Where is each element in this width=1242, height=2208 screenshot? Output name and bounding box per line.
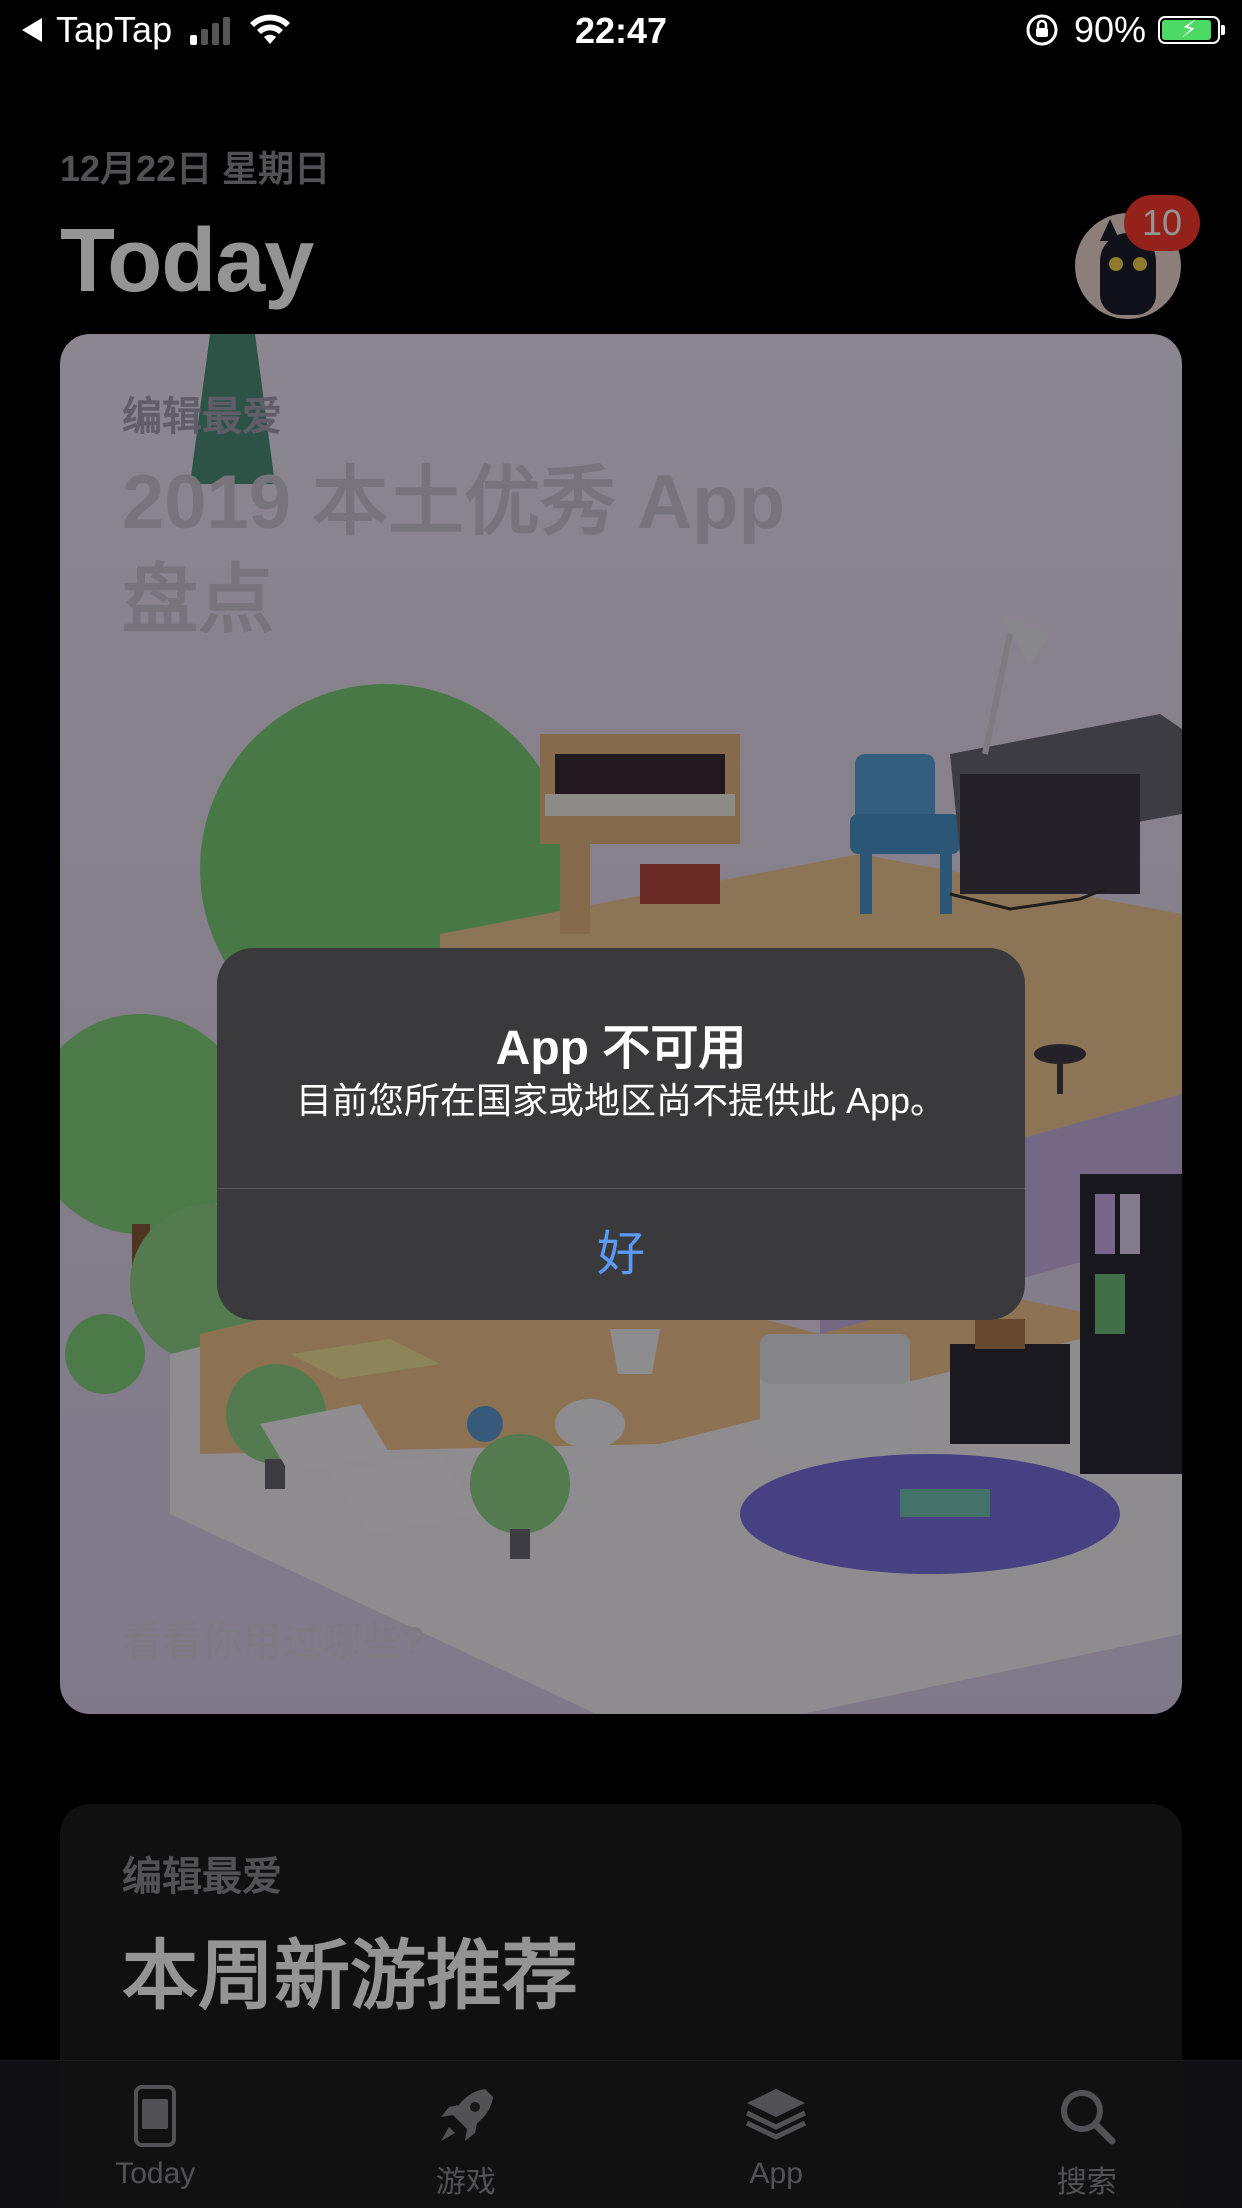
orientation-lock-icon xyxy=(1026,14,1058,46)
battery-percent: 90% xyxy=(1073,9,1146,50)
screen: TapTap 22:47 90% ⚡ 12月22日 星期日 Today 10 编… xyxy=(0,0,1242,2208)
charging-bolt-icon: ⚡ xyxy=(1180,16,1198,43)
battery-icon: ⚡ xyxy=(1158,16,1225,44)
alert-message: 目前您所在国家或地区尚不提供此 App。 xyxy=(295,1080,947,1121)
battery-nub xyxy=(1221,25,1225,35)
alert-ok-button[interactable]: 好 xyxy=(217,1189,1025,1320)
alert-dialog: App 不可用 目前您所在国家或地区尚不提供此 App。 好 xyxy=(217,948,1025,1320)
status-right-group: 90% ⚡ xyxy=(1024,9,1225,50)
status-bar: TapTap 22:47 90% ⚡ xyxy=(0,0,1242,60)
alert-title: App 不可用 xyxy=(495,1022,747,1075)
